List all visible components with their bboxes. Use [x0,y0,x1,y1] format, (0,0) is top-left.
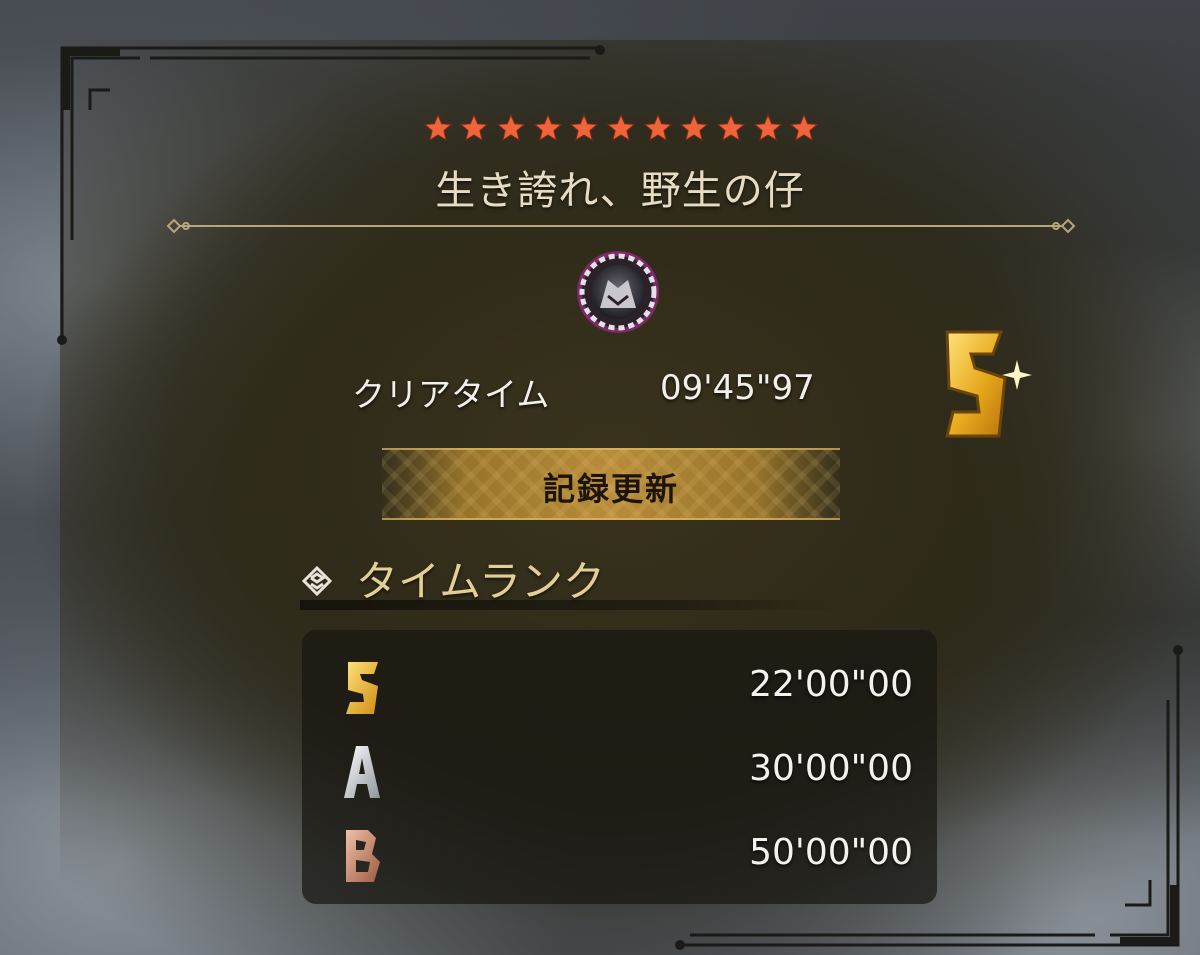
rank-row-b: 50'00"00 [302,812,937,892]
rank-s-time: 22'00"00 [749,664,913,705]
rank-s-icon [346,662,378,714]
record-updated-banner: 記録更新 [382,448,840,520]
rank-row-s: 22'00"00 [302,644,937,724]
title-divider [166,218,1076,234]
quest-title: 生き誇れ、野生の仔 [435,168,805,214]
time-rank-underline [300,600,840,610]
clear-time-value: 09'45"97 [660,368,815,408]
rank-a-icon [344,746,380,798]
difficulty-star-icon [751,108,785,148]
clear-time-label: クリアタイム [352,375,550,414]
difficulty-star-icon [641,108,675,148]
difficulty-star-icon [714,108,748,148]
rank-b-time: 50'00"00 [749,832,913,873]
difficulty-star-icon [677,108,711,148]
difficulty-star-icon [604,108,638,148]
rank-s-badge-icon [945,330,1032,438]
monster-emblem-icon [577,251,659,333]
difficulty-star-icon [421,108,455,148]
difficulty-star-icon [494,108,528,148]
rank-b-icon [346,830,380,882]
record-updated-label: 記録更新 [542,470,679,508]
difficulty-star-icon [568,108,602,148]
difficulty-star-icon [458,108,492,148]
difficulty-stars [421,108,821,150]
rank-a-time: 30'00"00 [749,748,913,789]
difficulty-star-icon [531,108,565,148]
difficulty-star-icon [787,108,821,148]
rank-row-a: 30'00"00 [302,728,937,808]
time-rank-table: 22'00"00 30'00"00 50'00"00 [302,630,937,904]
rank-section-icon [302,566,332,596]
